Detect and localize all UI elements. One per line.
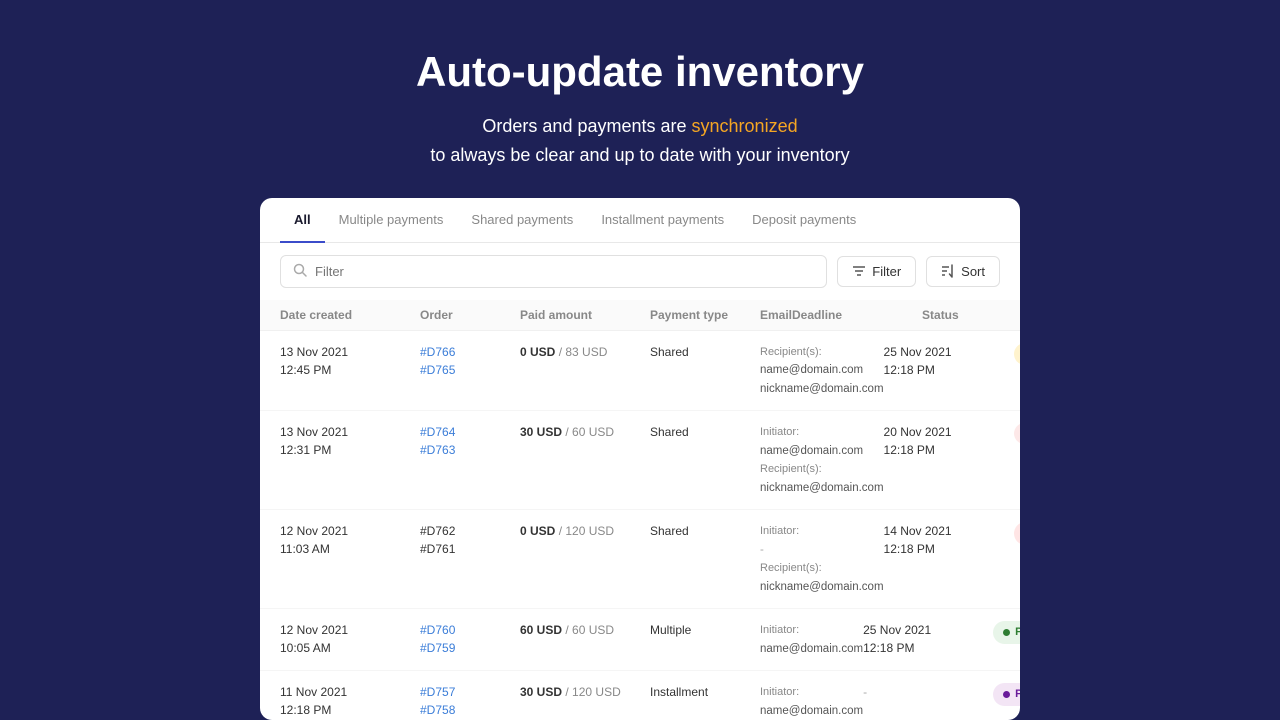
th-order: Order [420, 308, 520, 322]
cell-email-2: Initiator: name@domain.com Recipient(s):… [760, 423, 884, 497]
tab-deposit-payments[interactable]: Deposit payments [738, 198, 870, 243]
table-row: 12 Nov 202110:05 AM #D760 #D759 60 USD /… [260, 609, 1020, 671]
th-type: Payment type [650, 308, 760, 322]
order-link-d763[interactable]: #D763 [420, 441, 520, 459]
cell-date-2: 13 Nov 202112:31 PM [280, 423, 420, 459]
cell-status-3: Expired [1014, 522, 1020, 545]
cell-type-3: Shared [650, 522, 760, 540]
th-email: Email [760, 308, 792, 322]
order-link-d757[interactable]: #D757 [420, 683, 520, 701]
cell-date-4: 12 Nov 202110:05 AM [280, 621, 420, 657]
cell-order-1: #D766 #D765 [420, 343, 520, 379]
cell-order-2: #D764 #D763 [420, 423, 520, 459]
cell-status-2: Need considera... [1014, 423, 1020, 444]
cell-paid-2: 30 USD / 60 USD [520, 423, 650, 441]
tab-all[interactable]: All [280, 198, 325, 243]
filter-button[interactable]: Filter [837, 256, 916, 287]
search-box [280, 255, 827, 288]
th-date: Date created [280, 308, 420, 322]
th-status: Status [922, 308, 1020, 322]
order-link-d764[interactable]: #D764 [420, 423, 520, 441]
table-header: Date created Order Paid amount Payment t… [260, 300, 1020, 331]
tab-installment-payments[interactable]: Installment payments [587, 198, 738, 243]
cell-deadline-1: 25 Nov 202112:18 PM [884, 343, 1014, 379]
cell-paid-4: 60 USD / 60 USD [520, 621, 650, 639]
cell-deadline-5: - [863, 683, 993, 701]
cell-type-1: Shared [650, 343, 760, 361]
cell-email-5: Initiator: name@domain.com [760, 683, 863, 720]
order-link-d758[interactable]: #D758 [420, 701, 520, 719]
th-paid: Paid amount [520, 308, 650, 322]
cell-email-1: Recipient(s): name@domain.com nickname@d… [760, 343, 884, 398]
hero-section: Auto-update inventory Orders and payment… [396, 0, 884, 198]
hero-subtitle: Orders and payments are synchronized to … [416, 112, 864, 170]
main-card: All Multiple payments Shared payments In… [260, 198, 1020, 720]
status-badge-paid: Paid [993, 621, 1020, 644]
hero-title: Auto-update inventory [416, 48, 864, 96]
status-badge-partial: Partially paid [993, 683, 1020, 706]
order-link-d765[interactable]: #D765 [420, 361, 520, 379]
cell-email-3: Initiator: - Recipient(s): nickname@doma… [760, 522, 884, 596]
cell-status-5: Partially paid [993, 683, 1020, 706]
sort-button[interactable]: Sort [926, 256, 1000, 287]
status-badge-expired: Expired [1014, 522, 1020, 545]
cell-date-3: 12 Nov 202111:03 AM [280, 522, 420, 558]
order-link-d760[interactable]: #D760 [420, 621, 520, 639]
cell-date-5: 11 Nov 202112:18 PM [280, 683, 420, 719]
th-deadline: Deadline [792, 308, 922, 322]
cell-deadline-3: 14 Nov 202112:18 PM [884, 522, 1014, 558]
cell-status-1: Pending [1014, 343, 1020, 366]
table-row: 13 Nov 202112:31 PM #D764 #D763 30 USD /… [260, 411, 1020, 510]
tab-shared-payments[interactable]: Shared payments [457, 198, 587, 243]
cell-paid-1: 0 USD / 83 USD [520, 343, 650, 361]
search-icon [293, 263, 307, 280]
status-badge-need: Need considera... [1014, 423, 1020, 444]
cell-order-4: #D760 #D759 [420, 621, 520, 657]
table-row: 11 Nov 202112:18 PM #D757 #D758 30 USD /… [260, 671, 1020, 720]
cell-deadline-4: 25 Nov 202112:18 PM [863, 621, 993, 657]
table-row: 12 Nov 202111:03 AM #D762 #D761 0 USD / … [260, 510, 1020, 609]
table-row: 13 Nov 202112:45 PM #D766 #D765 0 USD / … [260, 331, 1020, 411]
sort-icon [941, 264, 955, 278]
order-link-d766[interactable]: #D766 [420, 343, 520, 361]
cell-order-3: #D762 #D761 [420, 522, 520, 558]
hero-highlight: synchronized [692, 116, 798, 136]
order-link-d759[interactable]: #D759 [420, 639, 520, 657]
filter-icon [852, 264, 866, 278]
cell-paid-3: 0 USD / 120 USD [520, 522, 650, 540]
tab-bar: All Multiple payments Shared payments In… [260, 198, 1020, 243]
cell-date-1: 13 Nov 202112:45 PM [280, 343, 420, 379]
filter-label: Filter [872, 264, 901, 279]
status-badge-pending: Pending [1014, 343, 1020, 366]
cell-type-5: Installment [650, 683, 760, 701]
tab-multiple-payments[interactable]: Multiple payments [325, 198, 458, 243]
cell-email-4: Initiator: name@domain.com [760, 621, 863, 658]
toolbar: Filter Sort [260, 243, 1020, 300]
table-body: 13 Nov 202112:45 PM #D766 #D765 0 USD / … [260, 331, 1020, 720]
cell-type-4: Multiple [650, 621, 760, 639]
cell-deadline-2: 20 Nov 202112:18 PM [884, 423, 1014, 459]
cell-status-4: Paid [993, 621, 1020, 644]
search-input[interactable] [315, 264, 814, 279]
sort-label: Sort [961, 264, 985, 279]
cell-type-2: Shared [650, 423, 760, 441]
cell-paid-5: 30 USD / 120 USD [520, 683, 650, 701]
cell-order-5: #D757 #D758 [420, 683, 520, 719]
